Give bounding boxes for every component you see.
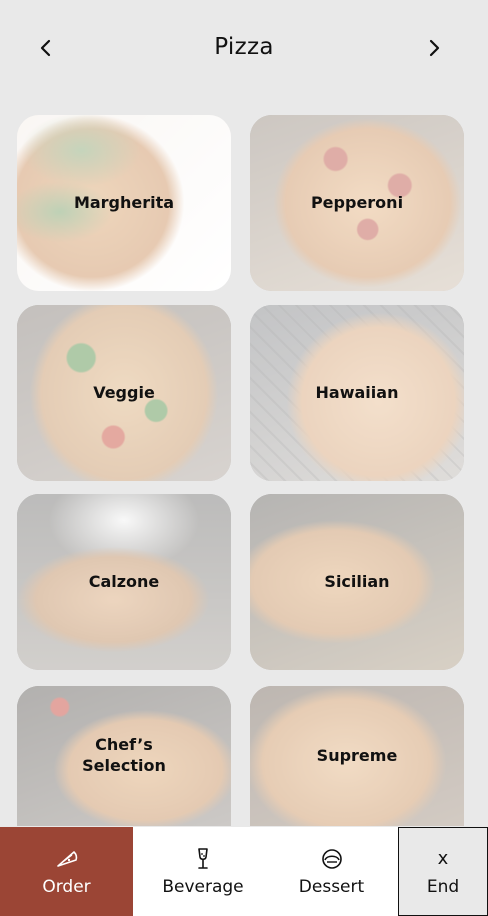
menu-item-label: Pepperoni <box>310 192 404 212</box>
menu-item-veggie[interactable]: Veggie <box>17 305 231 481</box>
champagne-glass-icon <box>198 847 208 869</box>
menu-item-sicilian[interactable]: Sicilian <box>250 494 464 670</box>
menu-item-chefs-selection[interactable]: Chef’s Selection <box>17 686 231 826</box>
close-icon: x <box>437 847 449 869</box>
menu-item-calzone[interactable]: Calzone <box>17 494 231 670</box>
end-button[interactable]: x End <box>398 827 488 916</box>
menu-item-label: Chef’s Selection <box>82 735 166 775</box>
menu-item-label: Sicilian <box>324 571 390 591</box>
pizza-slice-icon <box>56 850 77 867</box>
dessert-bowl-icon <box>321 848 342 869</box>
tab-dessert-label: Dessert <box>298 876 365 897</box>
tab-dessert[interactable]: Dessert <box>273 827 390 916</box>
header: Pizza <box>0 0 488 100</box>
menu-item-supreme[interactable]: Supreme <box>250 686 464 826</box>
bottom-tab-bar: Order Beverage Dessert x End <box>0 827 488 916</box>
tab-beverage-label: Beverage <box>162 876 244 897</box>
menu-item-hawaiian[interactable]: Hawaiian <box>250 305 464 481</box>
tab-beverage[interactable]: Beverage <box>133 827 273 916</box>
end-label: End <box>426 876 460 897</box>
menu-item-label: Hawaiian <box>315 382 399 402</box>
next-category-button[interactable] <box>416 30 452 66</box>
menu-item-margherita[interactable]: Margherita <box>17 115 231 291</box>
page-title: Pizza <box>214 34 274 60</box>
menu-item-label: Supreme <box>316 745 398 765</box>
menu-item-label: Margherita <box>73 192 175 212</box>
tab-order-label: Order <box>42 876 91 897</box>
chevron-right-icon <box>429 39 440 57</box>
menu-item-pepperoni[interactable]: Pepperoni <box>250 115 464 291</box>
menu-item-label: Calzone <box>88 571 160 591</box>
tab-order[interactable]: Order <box>0 827 133 916</box>
menu-item-label: Veggie <box>93 382 155 402</box>
